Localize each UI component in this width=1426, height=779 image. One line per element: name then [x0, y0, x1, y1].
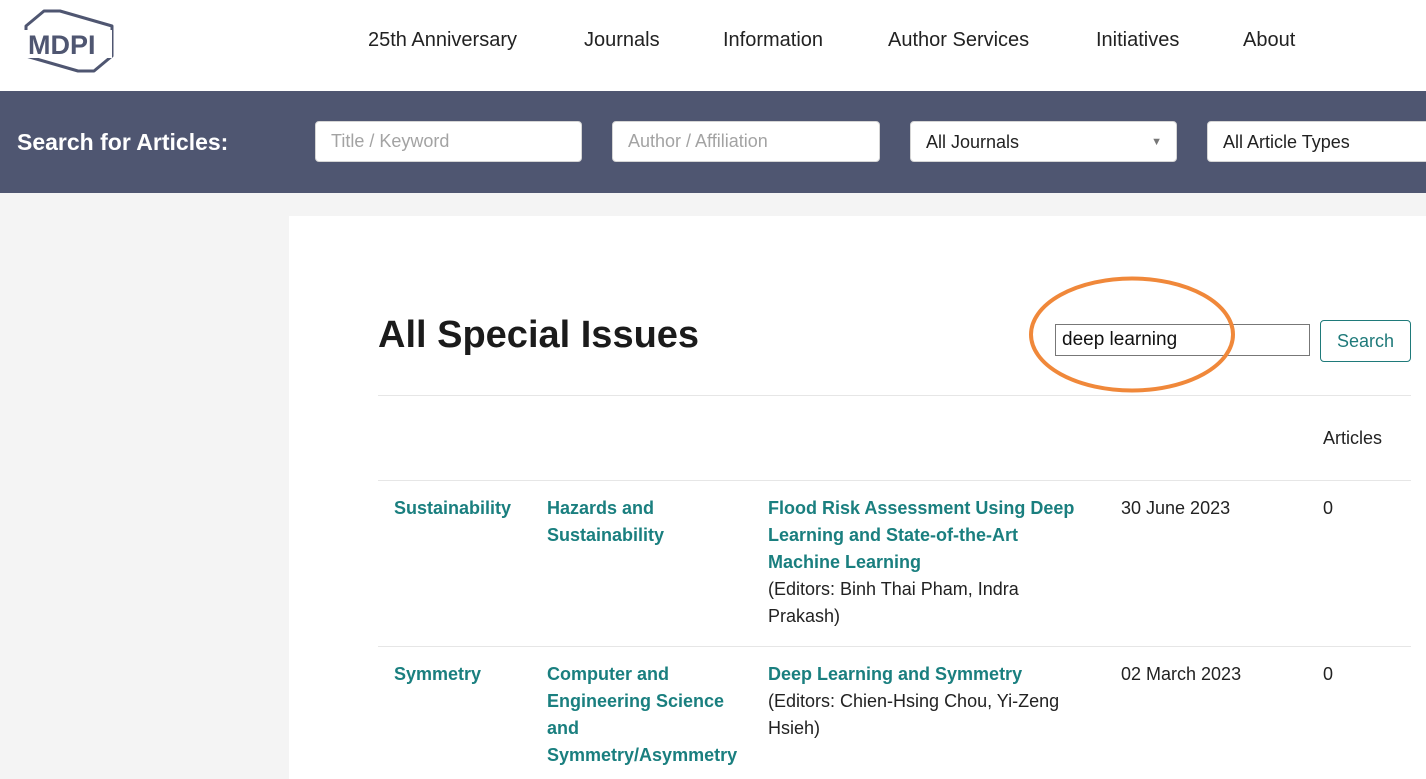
- logo-text: MDPI: [28, 30, 96, 60]
- article-type-select-value: All Article Types: [1223, 132, 1350, 152]
- nav-item-initiatives[interactable]: Initiatives: [1096, 29, 1179, 52]
- deadline-date: 30 June 2023: [1121, 495, 1281, 522]
- nav-item-information[interactable]: Information: [723, 29, 823, 52]
- article-count: 0: [1323, 661, 1363, 688]
- title-keyword-input[interactable]: [316, 122, 581, 161]
- section-link[interactable]: Hazards and Sustainability: [547, 495, 737, 549]
- search-articles-label: Search for Articles:: [17, 129, 228, 156]
- journal-link[interactable]: Symmetry: [394, 661, 534, 688]
- page-title: All Special Issues: [378, 314, 699, 357]
- editors-text: (Editors: Binh Thai Pham, Indra Prakash): [768, 576, 1048, 630]
- special-issues-panel: All Special Issues Search Articles Susta…: [289, 216, 1426, 779]
- journal-link[interactable]: Sustainability: [394, 495, 534, 522]
- editors-text: (Editors: Chien-Hsing Chou, Yi-Zeng Hsie…: [768, 688, 1068, 742]
- journal-select[interactable]: All Journals ▼: [910, 121, 1177, 162]
- nav-item-journals[interactable]: Journals: [584, 29, 660, 52]
- search-button[interactable]: Search: [1320, 320, 1411, 362]
- author-affiliation-field[interactable]: [612, 121, 880, 162]
- special-issue-title-link[interactable]: Deep Learning and Symmetry: [768, 661, 1088, 688]
- article-search-band: Search for Articles: All Journals ▼ All …: [0, 91, 1426, 193]
- special-issue-search-field[interactable]: [1055, 324, 1310, 356]
- top-navigation-bar: MDPI 25th Anniversary Journals Informati…: [0, 0, 1426, 91]
- special-issue-search-input[interactable]: [1056, 325, 1309, 355]
- special-issue-cell: Flood Risk Assessment Using Deep Learnin…: [768, 495, 1088, 630]
- article-type-select[interactable]: All Article Types: [1207, 121, 1426, 162]
- special-issue-cell: Deep Learning and Symmetry (Editors: Chi…: [768, 661, 1088, 742]
- header-divider: [378, 395, 1411, 396]
- article-count: 0: [1323, 495, 1363, 522]
- mdpi-logo[interactable]: MDPI: [14, 8, 116, 74]
- nav-item-about[interactable]: About: [1243, 29, 1295, 52]
- row-divider: [378, 646, 1411, 647]
- table-header-divider: [378, 480, 1411, 481]
- nav-item-author-services[interactable]: Author Services: [888, 29, 1029, 52]
- articles-column-header: Articles: [1323, 428, 1382, 449]
- section-link[interactable]: Computer and Engineering Science and Sym…: [547, 661, 747, 769]
- special-issue-title-link[interactable]: Flood Risk Assessment Using Deep Learnin…: [768, 495, 1088, 576]
- author-affiliation-input[interactable]: [613, 122, 879, 161]
- title-keyword-field[interactable]: [315, 121, 582, 162]
- journal-select-value: All Journals: [926, 132, 1019, 152]
- deadline-date: 02 March 2023: [1121, 661, 1281, 688]
- chevron-down-icon: ▼: [1151, 136, 1162, 148]
- nav-item-25th-anniversary[interactable]: 25th Anniversary: [368, 29, 517, 52]
